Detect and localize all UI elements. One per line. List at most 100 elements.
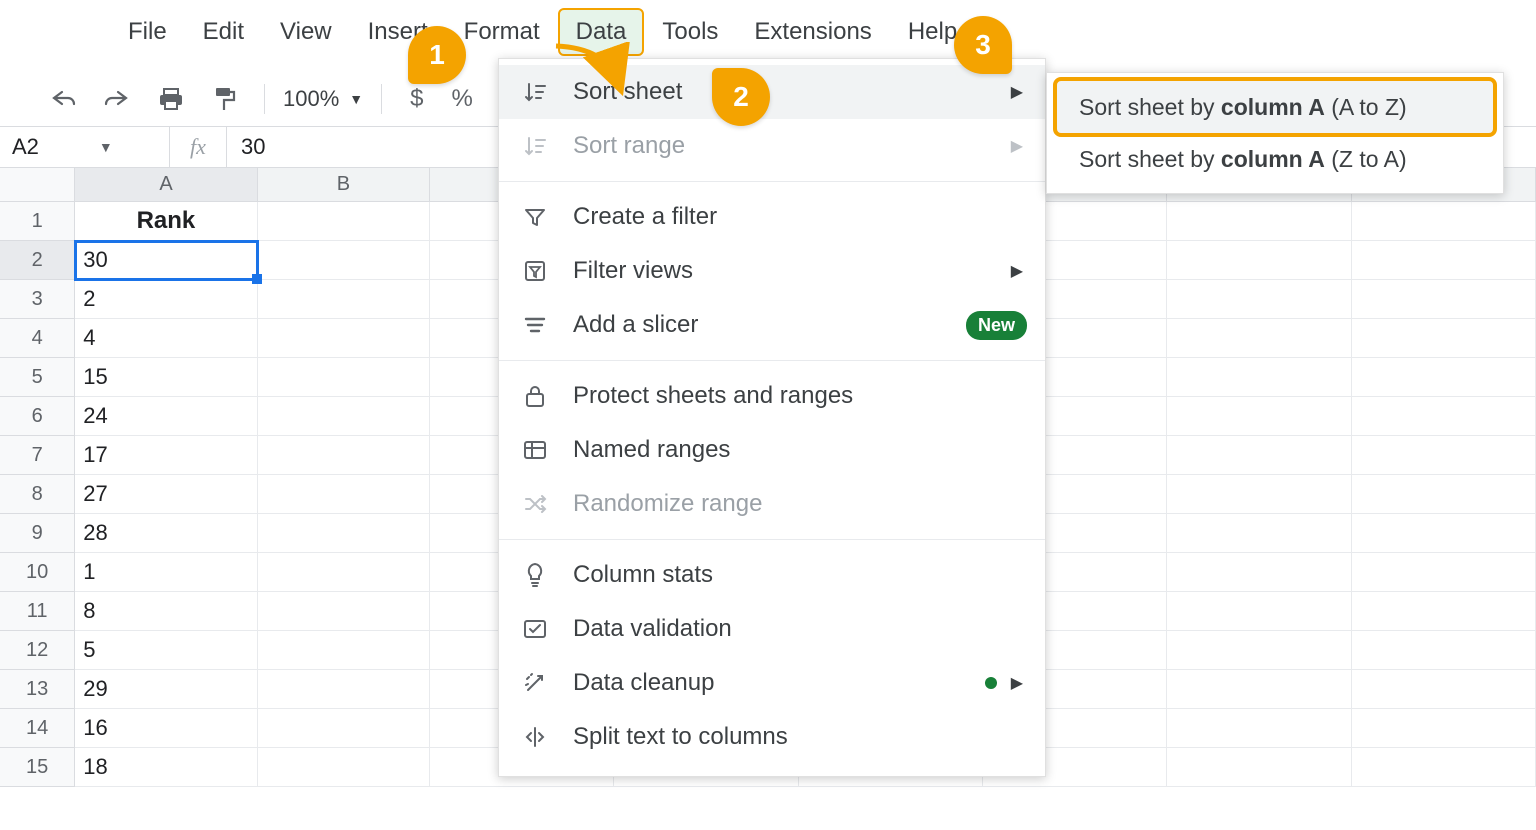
cell[interactable]	[258, 358, 430, 397]
column-header-A[interactable]: A	[75, 168, 257, 202]
submenu-item-sort-asc[interactable]: Sort sheet by column A (A to Z)	[1057, 81, 1493, 133]
cell[interactable]	[258, 319, 430, 358]
cell[interactable]	[1352, 241, 1536, 280]
cell[interactable]: 24	[75, 397, 257, 436]
row-header[interactable]: 6	[0, 397, 75, 436]
cell[interactable]	[1352, 670, 1536, 709]
menu-item-split-text[interactable]: Split text to columns	[499, 710, 1045, 764]
cell[interactable]	[1167, 670, 1351, 709]
row-header[interactable]: 8	[0, 475, 75, 514]
cell[interactable]	[1167, 358, 1351, 397]
row-header[interactable]: 10	[0, 553, 75, 592]
cell[interactable]	[1167, 397, 1351, 436]
cell[interactable]	[258, 631, 430, 670]
cell[interactable]	[1352, 202, 1536, 241]
cell[interactable]	[1167, 709, 1351, 748]
menu-item-sort-sheet[interactable]: Sort sheet ▶	[499, 65, 1045, 119]
cell[interactable]	[1167, 514, 1351, 553]
format-currency-button[interactable]: $	[400, 79, 433, 119]
cell[interactable]	[258, 436, 430, 475]
cell[interactable]: 16	[75, 709, 257, 748]
cell[interactable]	[1167, 553, 1351, 592]
cell[interactable]	[1167, 748, 1351, 787]
cell-A1[interactable]: Rank	[75, 202, 257, 241]
cell[interactable]	[258, 592, 430, 631]
menu-tools[interactable]: Tools	[646, 10, 734, 54]
cell[interactable]	[258, 202, 430, 241]
cell[interactable]	[258, 748, 430, 787]
print-button[interactable]	[148, 81, 194, 117]
row-header[interactable]: 1	[0, 202, 75, 241]
column-header-B[interactable]: B	[258, 168, 430, 202]
cell[interactable]: 28	[75, 514, 257, 553]
cell[interactable]	[1167, 319, 1351, 358]
cell[interactable]	[1352, 553, 1536, 592]
cell[interactable]: 18	[75, 748, 257, 787]
cell[interactable]: 15	[75, 358, 257, 397]
menu-item-data-validation[interactable]: Data validation	[499, 602, 1045, 656]
cell[interactable]	[258, 397, 430, 436]
cell[interactable]	[258, 553, 430, 592]
cell[interactable]	[258, 514, 430, 553]
cell[interactable]	[1167, 241, 1351, 280]
row-header[interactable]: 7	[0, 436, 75, 475]
cell[interactable]	[1352, 436, 1536, 475]
cell[interactable]	[1167, 436, 1351, 475]
row-header[interactable]: 12	[0, 631, 75, 670]
cell[interactable]	[1352, 514, 1536, 553]
cell[interactable]: 8	[75, 592, 257, 631]
cell[interactable]	[258, 670, 430, 709]
cell[interactable]	[1352, 319, 1536, 358]
cell[interactable]	[258, 241, 430, 280]
cell[interactable]	[1352, 631, 1536, 670]
cell[interactable]	[258, 709, 430, 748]
cell[interactable]	[1352, 280, 1536, 319]
menu-item-create-filter[interactable]: Create a filter	[499, 190, 1045, 244]
menu-edit[interactable]: Edit	[187, 10, 260, 54]
redo-button[interactable]	[94, 82, 140, 116]
zoom-select[interactable]: 100% ▼	[283, 86, 363, 112]
row-header[interactable]: 4	[0, 319, 75, 358]
menu-item-data-cleanup[interactable]: Data cleanup ▶	[499, 656, 1045, 710]
select-all-corner[interactable]	[0, 168, 75, 202]
cell[interactable]	[1167, 202, 1351, 241]
row-header[interactable]: 14	[0, 709, 75, 748]
cell[interactable]: 4	[75, 319, 257, 358]
menu-item-filter-views[interactable]: Filter views ▶	[499, 244, 1045, 298]
cell[interactable]	[1352, 709, 1536, 748]
row-header[interactable]: 13	[0, 670, 75, 709]
menu-item-protect-sheets[interactable]: Protect sheets and ranges	[499, 369, 1045, 423]
cell[interactable]	[1167, 631, 1351, 670]
row-header[interactable]: 2	[0, 241, 75, 280]
row-header[interactable]: 15	[0, 748, 75, 787]
cell-A2[interactable]: 30	[75, 241, 257, 280]
cell[interactable]: 1	[75, 553, 257, 592]
cell[interactable]: 2	[75, 280, 257, 319]
row-header[interactable]: 5	[0, 358, 75, 397]
cell[interactable]	[1352, 397, 1536, 436]
cell[interactable]	[1167, 592, 1351, 631]
cell[interactable]: 17	[75, 436, 257, 475]
menu-file[interactable]: File	[112, 10, 183, 54]
menu-item-add-slicer[interactable]: Add a slicer New	[499, 298, 1045, 352]
cell[interactable]	[1352, 748, 1536, 787]
menu-view[interactable]: View	[264, 10, 348, 54]
cell[interactable]	[258, 280, 430, 319]
cell[interactable]	[1352, 592, 1536, 631]
menu-item-named-ranges[interactable]: Named ranges	[499, 423, 1045, 477]
name-box[interactable]: A2 ▼	[0, 127, 170, 167]
cell[interactable]	[1352, 475, 1536, 514]
selection-handle[interactable]	[252, 274, 262, 284]
format-percent-button[interactable]: %	[442, 79, 483, 119]
cell[interactable]	[1352, 358, 1536, 397]
cell[interactable]	[1167, 475, 1351, 514]
row-header[interactable]: 11	[0, 592, 75, 631]
menu-item-column-stats[interactable]: Column stats	[499, 548, 1045, 602]
row-header[interactable]: 3	[0, 280, 75, 319]
menu-extensions[interactable]: Extensions	[738, 10, 887, 54]
paint-format-button[interactable]	[202, 80, 246, 118]
cell[interactable]	[258, 475, 430, 514]
submenu-item-sort-desc[interactable]: Sort sheet by column A (Z to A)	[1057, 133, 1493, 185]
row-header[interactable]: 9	[0, 514, 75, 553]
cell[interactable]: 27	[75, 475, 257, 514]
